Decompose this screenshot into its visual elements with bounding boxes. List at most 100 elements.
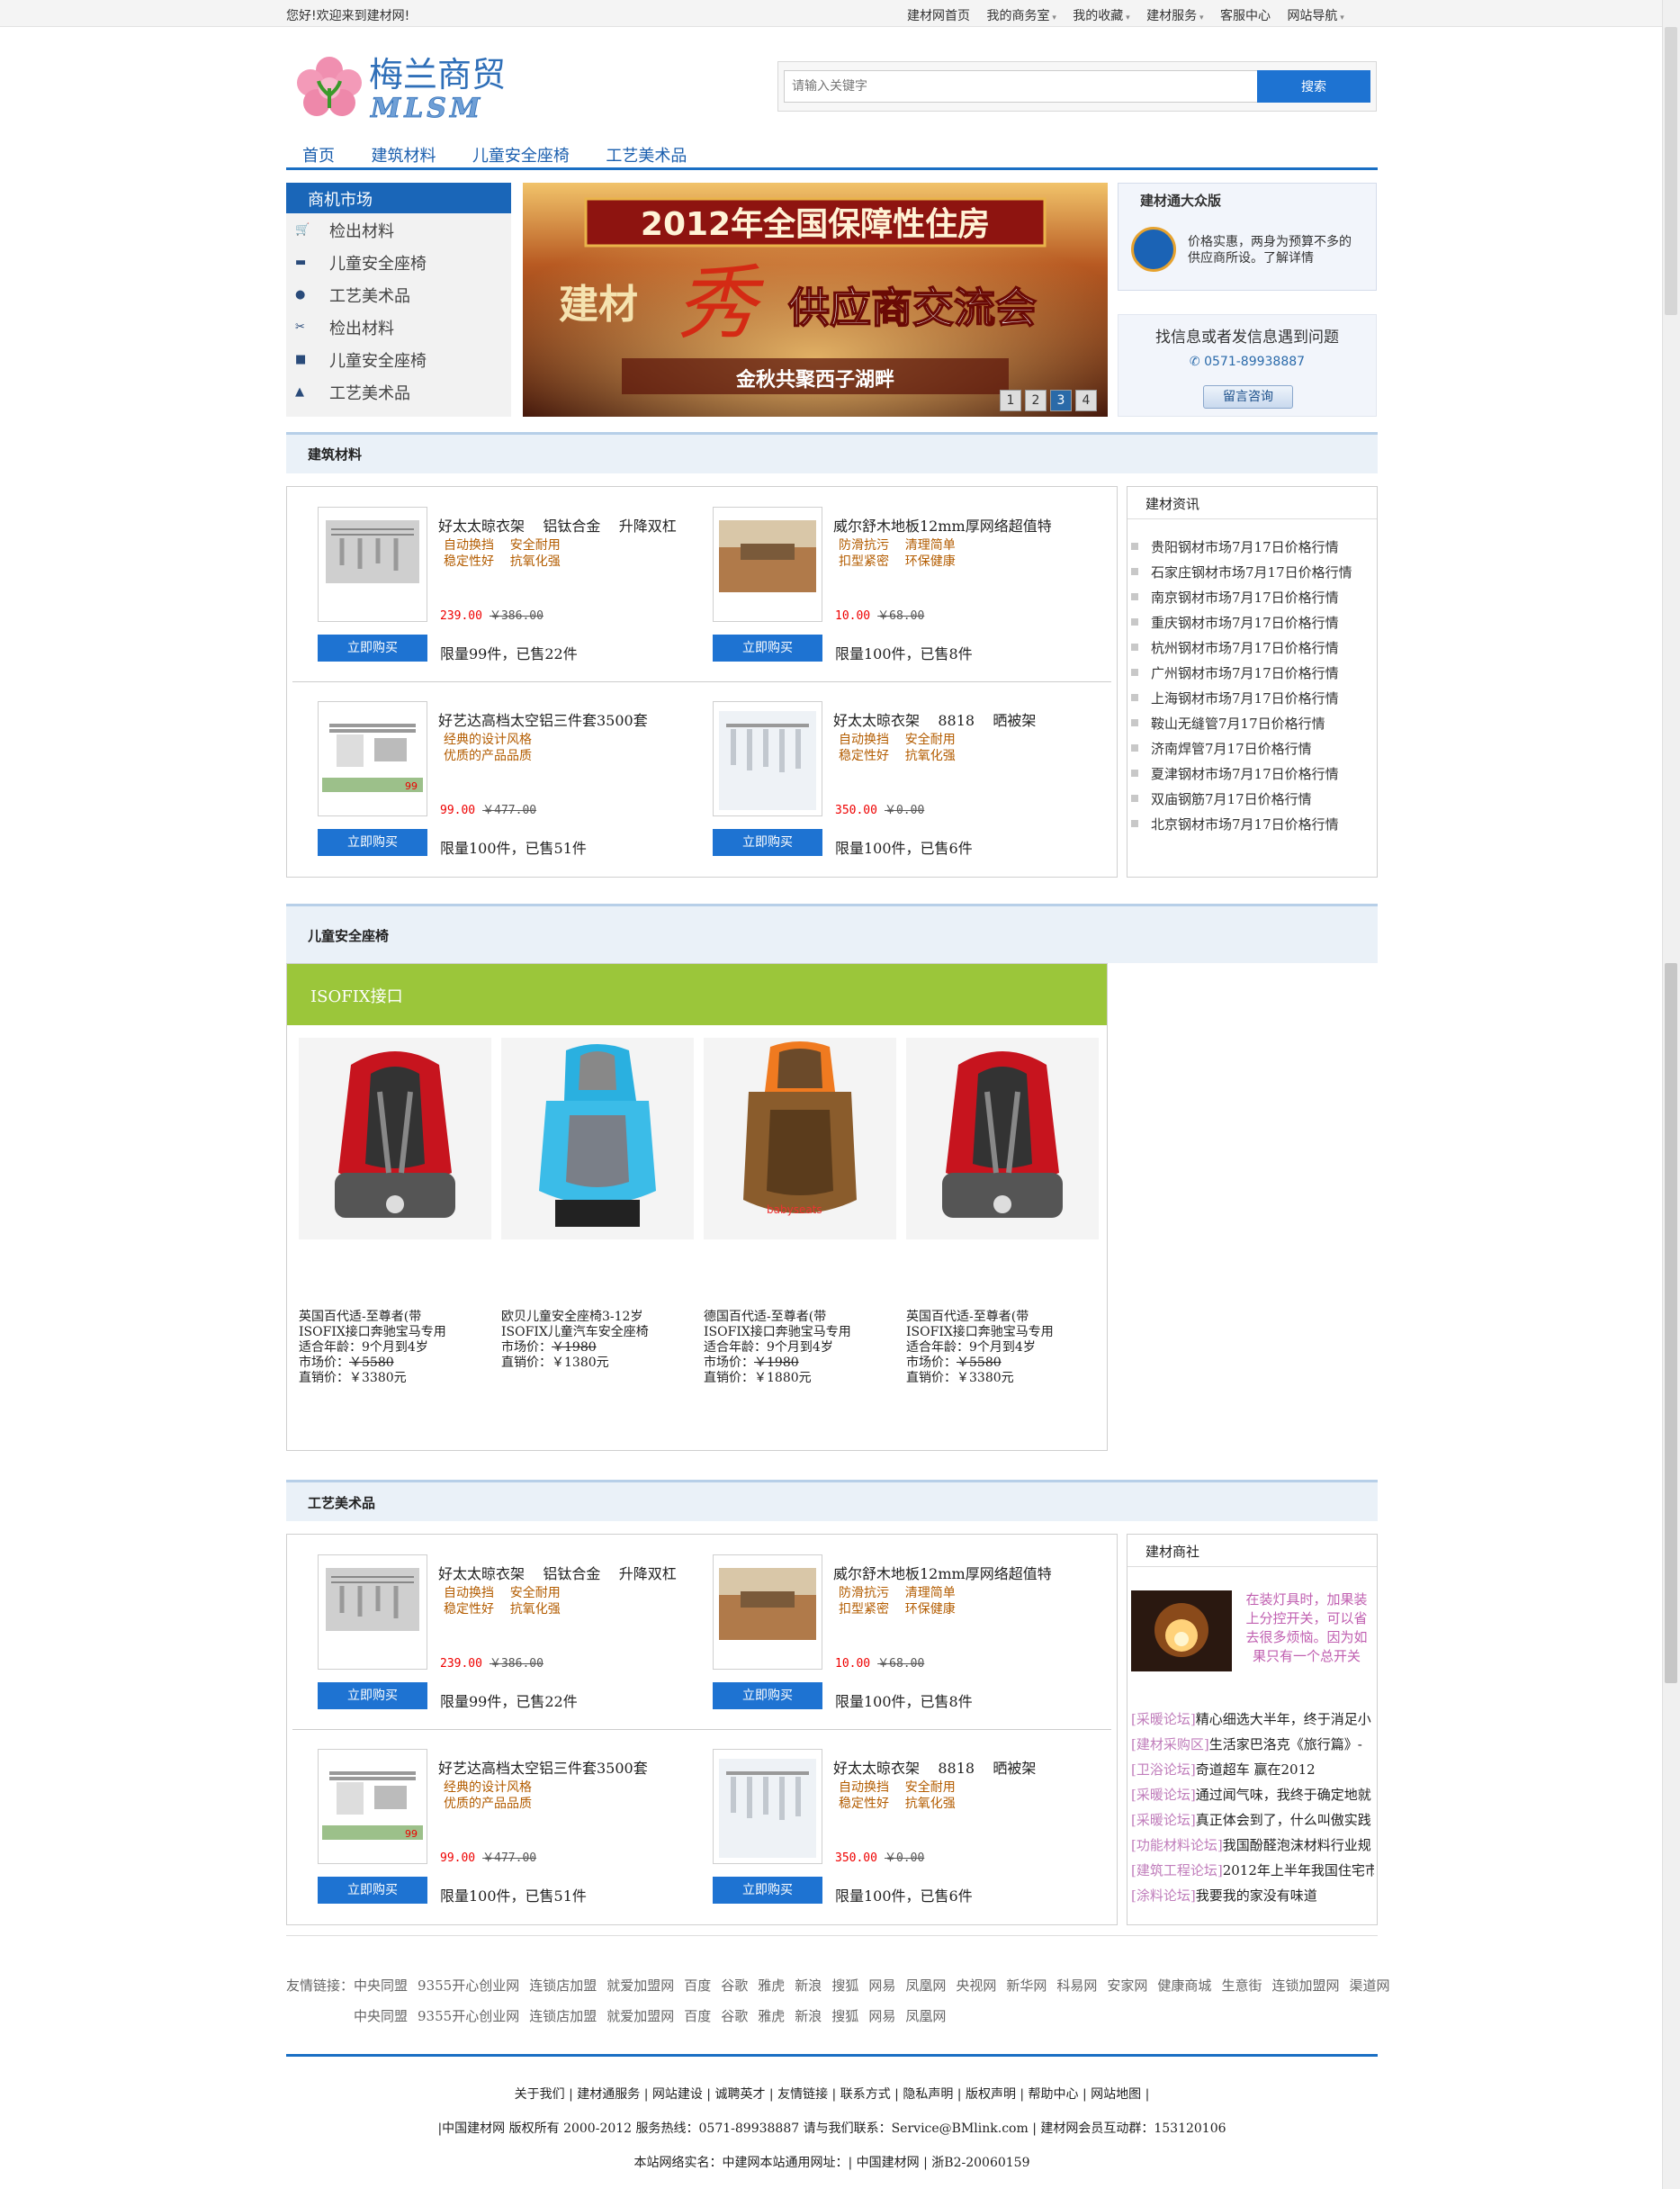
news-item[interactable]: 石家庄钢材市场7月17日价格行情 xyxy=(1131,563,1352,581)
friend-link[interactable]: 就爱加盟网 xyxy=(606,1977,674,1994)
seat-image[interactable]: babyseats xyxy=(704,1038,896,1239)
buy-now-button[interactable]: 立即购买 xyxy=(713,1682,822,1709)
category-item[interactable]: ▬ 儿童安全座椅 xyxy=(286,246,511,278)
search-input[interactable] xyxy=(784,70,1261,103)
nav-building-materials[interactable]: 建筑材料 xyxy=(371,143,436,167)
friend-link[interactable]: 网易 xyxy=(868,1977,895,1994)
friend-link[interactable]: 新浪 xyxy=(795,2008,822,2024)
category-item[interactable]: ✂ 检出材料 xyxy=(286,311,511,343)
banner-page-3[interactable]: 3 xyxy=(1050,390,1072,411)
top-link-office[interactable]: 我的商务室 xyxy=(986,9,1056,23)
friend-link[interactable]: 安家网 xyxy=(1107,1977,1147,1994)
product-name[interactable]: 好太太晾衣架 8818 晒被架 xyxy=(833,1756,1036,1778)
buy-now-button[interactable]: 立即购买 xyxy=(318,1877,427,1904)
banner-page-4[interactable]: 4 xyxy=(1075,390,1097,411)
news-item[interactable]: 贵阳钢材市场7月17日价格行情 xyxy=(1131,537,1339,556)
friend-link[interactable]: 9355开心创业网 xyxy=(418,2008,519,2024)
product-thumb[interactable] xyxy=(318,507,427,622)
category-item[interactable]: 🛒 检出材料 xyxy=(286,213,511,246)
friend-link[interactable]: 凤凰网 xyxy=(905,1977,946,1994)
product-name[interactable]: 好太太晾衣架 铝钛合金 升降双杠 xyxy=(438,1562,677,1583)
product-name[interactable]: 威尔舒木地板12mm厚网络超值特 xyxy=(833,514,1052,536)
friend-link[interactable]: 9355开心创业网 xyxy=(418,1977,519,1994)
section-title[interactable]: 工艺美术品 xyxy=(308,1493,375,1512)
shangji-item[interactable]: [功能材料论坛]我国酚醛泡沫材料行业规 xyxy=(1131,1835,1374,1854)
shangji-item[interactable]: [建筑工程论坛]2012年上半年我国住宅市 xyxy=(1131,1860,1374,1879)
news-item[interactable]: 北京钢材市场7月17日价格行情 xyxy=(1131,815,1339,833)
friend-link[interactable]: 连锁店加盟 xyxy=(529,2008,597,2024)
product-thumb[interactable] xyxy=(713,1749,822,1864)
friend-link[interactable]: 百度 xyxy=(684,2008,711,2024)
friend-link[interactable]: 连锁加盟网 xyxy=(1271,1977,1339,1994)
edition-title[interactable]: 建材通大众版 xyxy=(1140,191,1221,210)
category-item[interactable]: ▲ 工艺美术品 xyxy=(286,375,511,408)
shangji-lead[interactable]: 在装灯具时，加果装上分控开关，可以省去很多烦恼。因为如果只有一个总开关 xyxy=(1243,1590,1370,1666)
friend-link[interactable]: 中央同盟 xyxy=(354,1977,408,1994)
scrollbar-thumb[interactable] xyxy=(1665,963,1677,1683)
friend-link[interactable]: 新浪 xyxy=(795,1977,822,1994)
section-title[interactable]: 建筑材料 xyxy=(308,445,362,464)
news-item[interactable]: 鞍山无缝管7月17日价格行情 xyxy=(1131,714,1325,733)
top-link-support[interactable]: 客服中心 xyxy=(1220,9,1271,23)
product-thumb[interactable]: 99 xyxy=(318,1749,427,1864)
product-thumb[interactable] xyxy=(713,507,822,622)
banner-carousel[interactable]: 2012年全国保障性住房 建材 秀 供应商交流会 金秋共聚西子湖畔 1234 xyxy=(523,183,1108,417)
seat-info[interactable]: 欧贝儿童安全座椅3-12岁 ISOFIX儿童汽车安全座椅 市场价：￥1980 直销… xyxy=(501,1310,694,1371)
shangji-item[interactable]: [卫浴论坛]奇道超车 赢在2012 xyxy=(1131,1760,1374,1779)
footer-links[interactable]: 关于我们 | 建材通服务 | 网站建设 | 诚聘英才 | 友情链接 | 联系方式… xyxy=(286,2085,1378,2103)
category-item[interactable]: ■ 儿童安全座椅 xyxy=(286,343,511,375)
message-button[interactable]: 留言咨询 xyxy=(1203,385,1293,409)
buy-now-button[interactable]: 立即购买 xyxy=(318,1682,427,1709)
nav-home[interactable]: 首页 xyxy=(302,143,335,167)
nav-child-seats[interactable]: 儿童安全座椅 xyxy=(472,143,570,167)
top-link-favorites[interactable]: 我的收藏 xyxy=(1073,9,1129,23)
friend-link[interactable]: 生意街 xyxy=(1221,1977,1262,1994)
friend-link[interactable]: 搜狐 xyxy=(831,2008,858,2024)
shangji-item[interactable]: [采暖论坛]精心细选大半年，终于消足小 xyxy=(1131,1709,1374,1728)
lamp-image[interactable] xyxy=(1131,1590,1232,1671)
friend-link[interactable]: 百度 xyxy=(684,1977,711,1994)
friend-link[interactable]: 健康商城 xyxy=(1157,1977,1211,1994)
product-thumb[interactable] xyxy=(713,701,822,816)
friend-link[interactable]: 渠道网 xyxy=(1349,1977,1389,1994)
friend-link[interactable]: 雅虎 xyxy=(758,2008,785,2024)
banner-page-2[interactable]: 2 xyxy=(1025,390,1047,411)
friend-link[interactable]: 连锁店加盟 xyxy=(529,1977,597,1994)
shangji-item[interactable]: [采暖论坛]真正体会到了，什么叫傲实践 xyxy=(1131,1810,1374,1829)
seat-info[interactable]: 英国百代适-至尊者(带 ISOFIX接口奔驰宝马专用 适合年龄：9个月到4岁 市场价… xyxy=(906,1310,1099,1386)
friend-link[interactable]: 网易 xyxy=(868,2008,895,2024)
shangji-item[interactable]: [建材采购区]生活家巴洛克《旅行篇》- xyxy=(1131,1734,1374,1753)
section-title[interactable]: 儿童安全座椅 xyxy=(308,926,389,945)
search-button[interactable]: 搜索 xyxy=(1257,70,1370,103)
top-link-sitenav[interactable]: 网站导航 xyxy=(1287,9,1343,23)
friend-link[interactable]: 科易网 xyxy=(1056,1977,1097,1994)
news-item[interactable]: 杭州钢材市场7月17日价格行情 xyxy=(1131,638,1339,657)
news-item[interactable]: 南京钢材市场7月17日价格行情 xyxy=(1131,588,1339,607)
friend-link[interactable]: 搜狐 xyxy=(831,1977,858,1994)
shangji-title[interactable]: 建材商社 xyxy=(1145,1542,1199,1561)
top-link-services[interactable]: 建材服务 xyxy=(1146,9,1203,23)
shangji-item[interactable]: [涂料论坛]我要我的家没有味道 xyxy=(1131,1886,1374,1905)
category-item[interactable]: ● 工艺美术品 xyxy=(286,278,511,311)
product-name[interactable]: 好太太晾衣架 铝钛合金 升降双杠 xyxy=(438,514,677,536)
seat-info[interactable]: 德国百代适-至尊者(带 ISOFIX接口奔驰宝马专用 适合年龄：9个月到4岁 市场价… xyxy=(704,1310,896,1386)
friend-link[interactable]: 央视网 xyxy=(956,1977,996,1994)
nav-crafts[interactable]: 工艺美术品 xyxy=(606,143,687,167)
product-name[interactable]: 好太太晾衣架 8818 晒被架 xyxy=(833,708,1036,730)
product-name[interactable]: 好艺达高档太空铝三件套3500套 xyxy=(438,1756,648,1778)
buy-now-button[interactable]: 立即购买 xyxy=(713,1877,822,1904)
product-thumb[interactable] xyxy=(318,1554,427,1670)
news-item[interactable]: 广州钢材市场7月17日价格行情 xyxy=(1131,663,1339,682)
seat-image[interactable] xyxy=(906,1038,1099,1239)
news-title[interactable]: 建材资讯 xyxy=(1145,494,1199,513)
buy-now-button[interactable]: 立即购买 xyxy=(713,829,822,856)
edition-text[interactable]: 价格实惠，两身为预算不多的供应商所设。了解详情 xyxy=(1188,234,1359,266)
seat-image[interactable] xyxy=(501,1038,694,1239)
friend-link[interactable]: 凤凰网 xyxy=(905,2008,946,2024)
news-item[interactable]: 夏津钢材市场7月17日价格行情 xyxy=(1131,764,1339,783)
buy-now-button[interactable]: 立即购买 xyxy=(713,635,822,662)
buy-now-button[interactable]: 立即购买 xyxy=(318,635,427,662)
friend-link[interactable]: 谷歌 xyxy=(721,2008,748,2024)
news-item[interactable]: 上海钢材市场7月17日价格行情 xyxy=(1131,689,1339,707)
news-item[interactable]: 双庙钢筋7月17日价格行情 xyxy=(1131,789,1312,808)
